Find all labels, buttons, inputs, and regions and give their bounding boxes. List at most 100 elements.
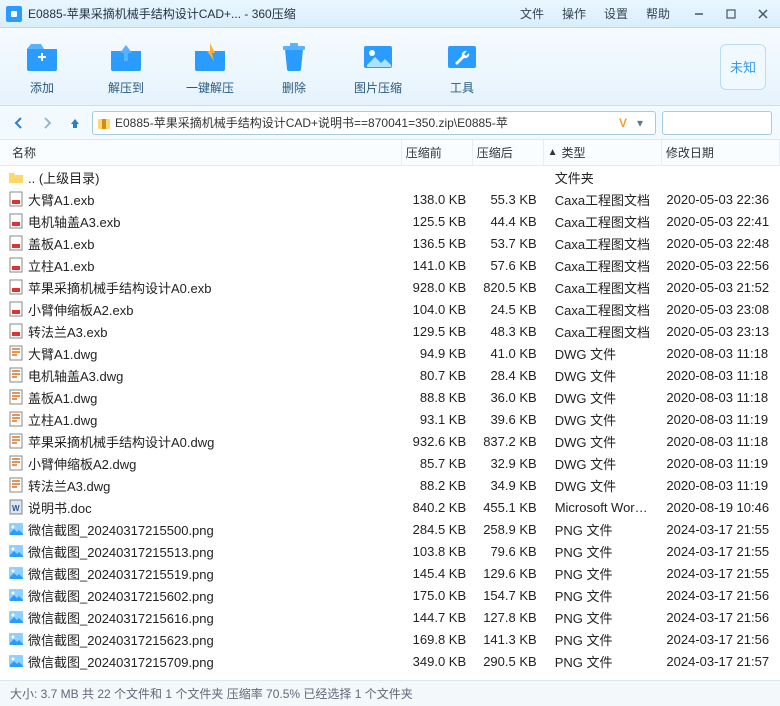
dropdown-icon[interactable]: ▾ (637, 116, 651, 130)
file-size-after: 258.9 KB (474, 522, 545, 537)
file-size-before: 928.0 KB (404, 280, 475, 295)
file-name: 微信截图_20240317215519.png (28, 564, 404, 583)
menu-bar: 文件 操作 设置 帮助 (520, 5, 670, 22)
column-type[interactable]: ▲类型 (544, 140, 662, 165)
file-type: PNG 文件 (545, 586, 663, 605)
file-row[interactable]: 转法兰A3.dwg88.2 KB34.9 KBDWG 文件2020-08-03 … (0, 474, 780, 496)
file-row[interactable]: 立柱A1.exb141.0 KB57.6 KBCaxa工程图文档2020-05-… (0, 254, 780, 276)
tools-button[interactable]: 工具 (434, 37, 490, 96)
file-name: 说明书.doc (28, 498, 404, 517)
file-row[interactable]: 微信截图_20240317215709.png349.0 KB290.5 KBP… (0, 650, 780, 672)
menu-file[interactable]: 文件 (520, 5, 544, 22)
maximize-button[interactable] (720, 5, 742, 23)
file-date: 2020-08-03 11:18 (662, 346, 780, 361)
oneclick-extract-button[interactable]: 一键解压 (182, 37, 238, 96)
file-row[interactable]: 大臂A1.exb138.0 KB55.3 KBCaxa工程图文档2020-05-… (0, 188, 780, 210)
path-input[interactable]: E0885-苹果采摘机械手结构设计CAD+说明书==870041=350.zip… (92, 111, 656, 135)
file-size-before: 144.7 KB (404, 610, 475, 625)
file-type: Caxa工程图文档 (545, 322, 663, 341)
file-row[interactable]: 微信截图_20240317215519.png145.4 KB129.6 KBP… (0, 562, 780, 584)
forward-button[interactable] (36, 112, 58, 134)
file-row[interactable]: 盖板A1.exb136.5 KB53.7 KBCaxa工程图文档2020-05-… (0, 232, 780, 254)
file-row[interactable]: 立柱A1.dwg93.1 KB39.6 KBDWG 文件2020-08-03 1… (0, 408, 780, 430)
file-row[interactable]: 盖板A1.dwg88.8 KB36.0 KBDWG 文件2020-08-03 1… (0, 386, 780, 408)
file-size-after: 154.7 KB (474, 588, 545, 603)
file-icon (8, 367, 24, 383)
image-compress-icon (358, 37, 398, 75)
file-size-after: 48.3 KB (474, 324, 545, 339)
file-date: 2020-05-03 22:56 (662, 258, 780, 273)
file-date: 2020-05-03 22:48 (662, 236, 780, 251)
file-row[interactable]: 转法兰A3.exb129.5 KB48.3 KBCaxa工程图文档2020-05… (0, 320, 780, 342)
file-type: DWG 文件 (545, 476, 663, 495)
file-row[interactable]: 电机轴盖A3.exb125.5 KB44.4 KBCaxa工程图文档2020-0… (0, 210, 780, 232)
file-size-before: 145.4 KB (404, 566, 475, 581)
search-input[interactable] (667, 116, 780, 130)
search-box[interactable] (662, 111, 772, 135)
window-controls (688, 5, 774, 23)
file-type: PNG 文件 (545, 630, 663, 649)
column-date[interactable]: 修改日期 (662, 140, 780, 165)
file-date: 2020-05-03 23:08 (662, 302, 780, 317)
file-size-after: 28.4 KB (474, 368, 545, 383)
file-size-after: 57.6 KB (474, 258, 545, 273)
file-row[interactable]: 电机轴盖A3.dwg80.7 KB28.4 KBDWG 文件2020-08-03… (0, 364, 780, 386)
file-type: Caxa工程图文档 (545, 234, 663, 253)
column-size-after[interactable]: 压缩后 (473, 140, 544, 165)
file-name: 电机轴盖A3.exb (28, 212, 404, 231)
back-button[interactable] (8, 112, 30, 134)
file-row[interactable]: 苹果采摘机械手结构设计A0.exb928.0 KB820.5 KBCaxa工程图… (0, 276, 780, 298)
unknown-badge[interactable]: 未知 (720, 44, 766, 90)
add-button[interactable]: 添加 (14, 37, 70, 96)
file-name: 盖板A1.exb (28, 234, 404, 253)
column-name[interactable]: 名称 (8, 140, 402, 165)
file-row[interactable]: 微信截图_20240317215623.png169.8 KB141.3 KBP… (0, 628, 780, 650)
file-size-before: 88.8 KB (404, 390, 475, 405)
file-type: DWG 文件 (545, 432, 663, 451)
file-row[interactable]: 小臂伸缩板A2.exb104.0 KB24.5 KBCaxa工程图文档2020-… (0, 298, 780, 320)
path-text: E0885-苹果采摘机械手结构设计CAD+说明书==870041=350.zip… (115, 114, 615, 131)
file-date: 2020-08-03 11:19 (662, 456, 780, 471)
file-size-after: 41.0 KB (474, 346, 545, 361)
parent-folder-row[interactable]: .. (上级目录) 文件夹 (0, 166, 780, 188)
file-date: 2020-08-03 11:18 (662, 434, 780, 449)
file-size-before: 349.0 KB (404, 654, 475, 669)
close-button[interactable] (752, 5, 774, 23)
column-size-before[interactable]: 压缩前 (402, 140, 473, 165)
add-label: 添加 (30, 79, 54, 96)
file-row[interactable]: 微信截图_20240317215500.png284.5 KB258.9 KBP… (0, 518, 780, 540)
file-row[interactable]: 微信截图_20240317215602.png175.0 KB154.7 KBP… (0, 584, 780, 606)
file-type: PNG 文件 (545, 542, 663, 561)
file-row[interactable]: 小臂伸缩板A2.dwg85.7 KB32.9 KBDWG 文件2020-08-0… (0, 452, 780, 474)
parent-type: 文件夹 (545, 168, 663, 187)
file-row[interactable]: W说明书.doc840.2 KB455.1 KBMicrosoft Word .… (0, 496, 780, 518)
file-row[interactable]: 微信截图_20240317215616.png144.7 KB127.8 KBP… (0, 606, 780, 628)
file-type: Caxa工程图文档 (545, 256, 663, 275)
file-size-after: 837.2 KB (474, 434, 545, 449)
file-size-before: 169.8 KB (404, 632, 475, 647)
extract-button[interactable]: 解压到 (98, 37, 154, 96)
file-size-after: 79.6 KB (474, 544, 545, 559)
delete-button[interactable]: 删除 (266, 37, 322, 96)
trash-icon (274, 37, 314, 75)
up-button[interactable] (64, 112, 86, 134)
file-size-before: 104.0 KB (404, 302, 475, 317)
file-row[interactable]: 苹果采摘机械手结构设计A0.dwg932.6 KB837.2 KBDWG 文件2… (0, 430, 780, 452)
menu-help[interactable]: 帮助 (646, 5, 670, 22)
main-toolbar: 添加 解压到 一键解压 删除 图片压缩 工具 未知 (0, 28, 780, 106)
menu-operate[interactable]: 操作 (562, 5, 586, 22)
file-date: 2020-08-03 11:18 (662, 390, 780, 405)
oneclick-icon (190, 37, 230, 75)
menu-settings[interactable]: 设置 (604, 5, 628, 22)
file-icon (8, 345, 24, 361)
file-date: 2020-05-03 23:13 (662, 324, 780, 339)
file-row[interactable]: 大臂A1.dwg94.9 KB41.0 KBDWG 文件2020-08-03 1… (0, 342, 780, 364)
file-size-after: 129.6 KB (474, 566, 545, 581)
minimize-button[interactable] (688, 5, 710, 23)
file-date: 2020-08-19 10:46 (662, 500, 780, 515)
file-icon (8, 433, 24, 449)
archive-icon (97, 116, 111, 130)
file-list[interactable]: .. (上级目录) 文件夹 大臂A1.exb138.0 KB55.3 KBCax… (0, 166, 780, 680)
image-compress-button[interactable]: 图片压缩 (350, 37, 406, 96)
file-row[interactable]: 微信截图_20240317215513.png103.8 KB79.6 KBPN… (0, 540, 780, 562)
